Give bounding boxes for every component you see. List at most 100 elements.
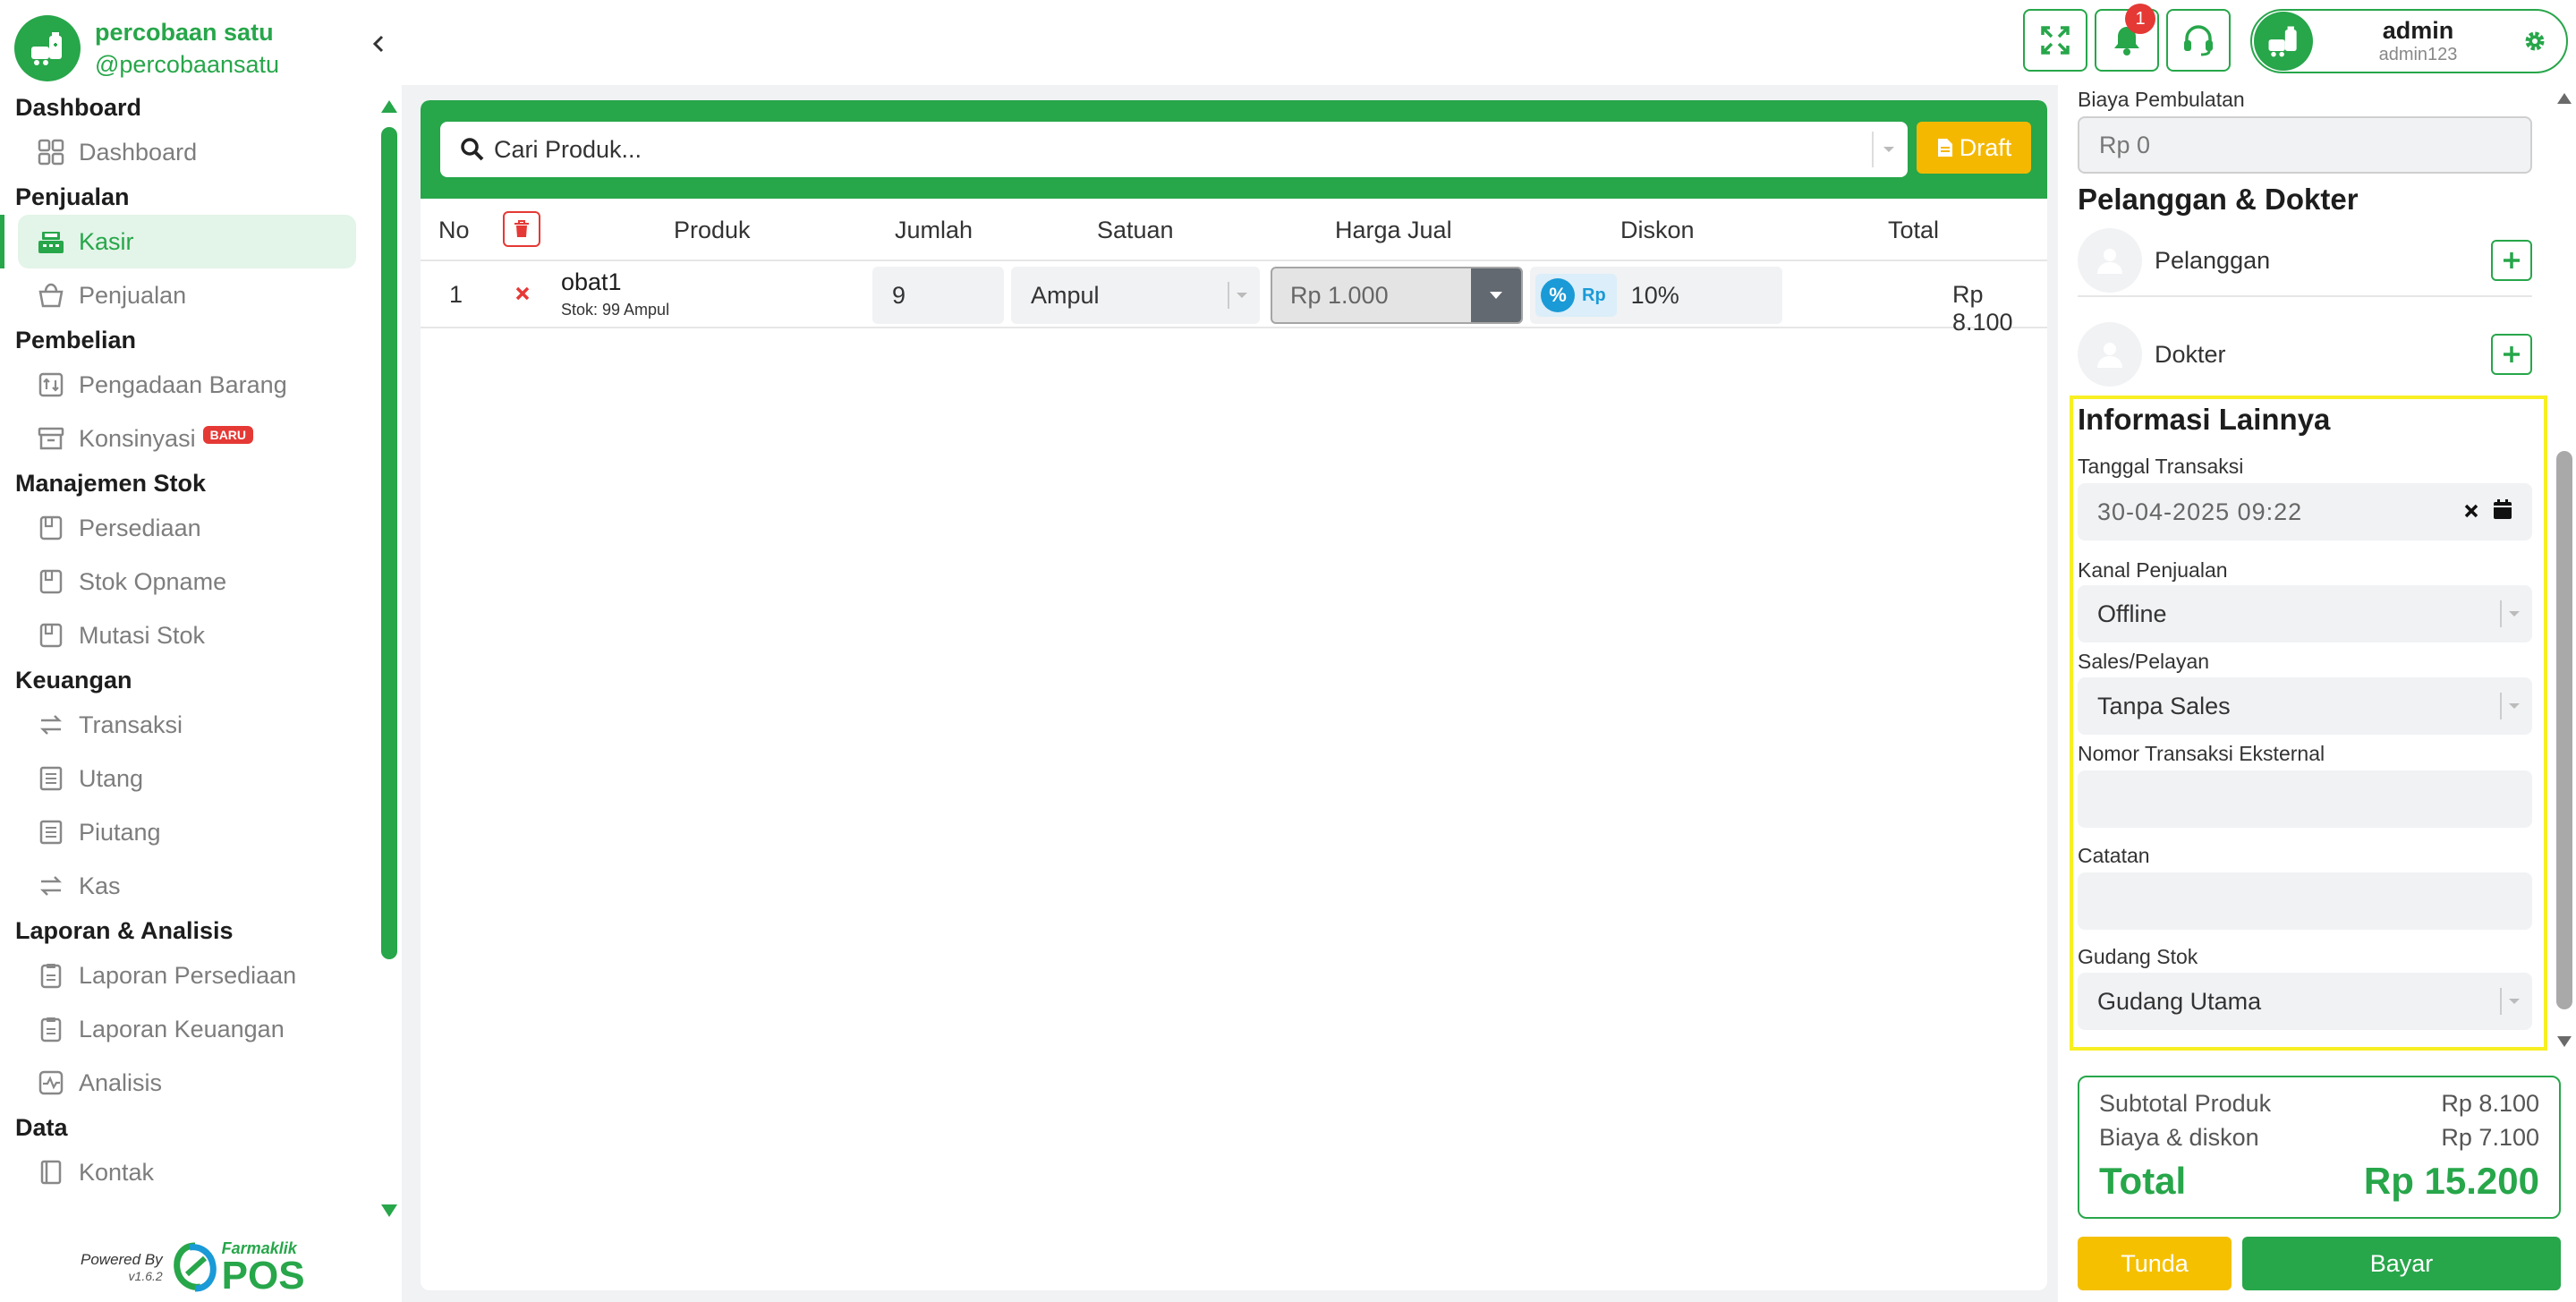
note-label: Catatan	[2078, 844, 2150, 867]
col-harga: Harga Jual	[1335, 217, 1452, 243]
clear-cart-button[interactable]	[503, 211, 540, 247]
sidebar-scrollbar[interactable]	[379, 97, 399, 1224]
note-input[interactable]	[2078, 872, 2532, 930]
subtotal-label: Subtotal Produk	[2099, 1090, 2272, 1117]
channel-dropdown-toggle[interactable]	[2500, 600, 2527, 627]
chevron-down-icon	[1883, 147, 1894, 152]
search-input[interactable]	[494, 135, 1872, 164]
clear-date-button[interactable]	[2462, 498, 2480, 526]
chevron-down-icon	[2509, 703, 2520, 709]
chevron-down-icon	[1237, 293, 1247, 298]
sidebar-item-konsinyasi[interactable]: Konsinyasi BARU	[0, 412, 376, 465]
sidebar-item-analisis[interactable]: Analisis	[0, 1056, 376, 1110]
transfer-icon	[36, 710, 66, 740]
transaction-date-input[interactable]: 30-04-2025 09:22	[2078, 483, 2532, 540]
total-value: Rp 15.200	[2363, 1160, 2539, 1202]
scroll-up-arrow-icon[interactable]	[2557, 93, 2572, 104]
sidebar-item-persediaan[interactable]: Persediaan	[0, 501, 376, 555]
add-customer-button[interactable]	[2491, 240, 2532, 281]
rounding-label: Biaya Pembulatan	[2078, 88, 2245, 111]
topbar: 1 admin admin123	[402, 0, 2576, 85]
add-doctor-button[interactable]	[2491, 334, 2532, 375]
channel-select[interactable]: Offline	[2078, 585, 2532, 642]
sidebar-item-laporan-persediaan[interactable]: Laporan Persediaan	[0, 949, 376, 1002]
scroll-down-arrow-icon[interactable]	[2557, 1036, 2572, 1047]
ledger-icon	[36, 817, 66, 847]
sidebar-item-kontak[interactable]: Kontak	[0, 1145, 376, 1199]
price-dropdown-toggle[interactable]	[1471, 268, 1521, 322]
nav-section-title: Keuangan	[15, 667, 132, 694]
sales-select[interactable]: Tanpa Sales	[2078, 677, 2532, 735]
user-menu[interactable]: admin admin123	[2250, 9, 2568, 73]
sidebar-item-label: Piutang	[79, 818, 161, 846]
pos-brand-text: POS	[221, 1254, 305, 1298]
external-number-input[interactable]	[2078, 770, 2532, 828]
sidebar-item-kas[interactable]: Kas	[0, 859, 376, 913]
fullscreen-button[interactable]	[2023, 9, 2087, 72]
nav-section-title: Data	[15, 1114, 68, 1141]
warehouse-value: Gudang Utama	[2097, 987, 2262, 1015]
sidebar-item-label: Laporan Keuangan	[79, 1015, 285, 1042]
pulse-chart-icon	[36, 1068, 66, 1098]
sales-dropdown-toggle[interactable]	[2500, 693, 2527, 719]
discount-input[interactable]: % Rp 10%	[1530, 267, 1782, 324]
price-select[interactable]: Rp 1.000	[1271, 267, 1523, 324]
sidebar-item-dashboard[interactable]: Dashboard	[0, 125, 376, 179]
sidebar: percobaan satu @percobaansatu Dashboard D…	[0, 0, 402, 1302]
warehouse-select[interactable]: Gudang Utama	[2078, 973, 2532, 1030]
sidebar-item-pengadaan-barang[interactable]: Pengadaan Barang	[0, 358, 376, 412]
fee-discount-value: Rp 7.100	[2441, 1124, 2539, 1151]
clipboard-icon	[36, 960, 66, 991]
remove-item-button[interactable]	[514, 281, 531, 309]
doctor-label: Dokter	[2155, 340, 2226, 368]
draft-button[interactable]: Draft	[1917, 122, 2031, 174]
sidebar-item-piutang[interactable]: Piutang	[0, 805, 376, 859]
unit-dropdown-toggle[interactable]	[1228, 282, 1254, 309]
user-name: admin	[2382, 17, 2454, 44]
product-search[interactable]	[440, 122, 1908, 177]
hold-button[interactable]: Tunda	[2078, 1237, 2232, 1290]
channel-value: Offline	[2097, 600, 2167, 627]
sidebar-item-laporan-keuangan[interactable]: Laporan Keuangan	[0, 1002, 376, 1056]
headset-icon	[2184, 25, 2213, 56]
collapse-sidebar-button[interactable]	[365, 30, 392, 57]
scrollbar-thumb[interactable]	[381, 127, 397, 959]
sidebar-item-kasir[interactable]: Kasir	[0, 215, 356, 268]
support-button[interactable]	[2166, 9, 2231, 72]
col-jumlah: Jumlah	[895, 217, 973, 243]
scrollbar-thumb[interactable]	[2556, 451, 2572, 1009]
rupiah-option[interactable]: Rp	[1582, 285, 1606, 306]
sidebar-item-utang[interactable]: Utang	[0, 752, 376, 805]
rounding-input[interactable]: Rp 0	[2078, 116, 2532, 174]
pay-button[interactable]: Bayar	[2242, 1237, 2561, 1290]
sidebar-item-penjualan[interactable]: Penjualan	[0, 268, 376, 322]
gear-icon[interactable]	[2523, 30, 2546, 53]
nav-section-title: Manajemen Stok	[15, 470, 207, 497]
pharmacy-logo-icon	[14, 15, 81, 81]
close-icon	[2464, 504, 2478, 517]
transfer-icon	[36, 871, 66, 901]
right-panel-scrollbar[interactable]	[2555, 89, 2574, 1056]
search-dropdown-toggle[interactable]	[1872, 132, 1904, 167]
doctor-avatar-icon	[2078, 322, 2142, 387]
sidebar-item-label: Laporan Persediaan	[79, 961, 297, 989]
brand: percobaan satu @percobaansatu	[14, 14, 279, 82]
unit-select[interactable]: Ampul	[1011, 267, 1260, 324]
notification-button[interactable]: 1	[2095, 4, 2159, 72]
percent-option[interactable]: %	[1541, 278, 1575, 312]
scroll-up-arrow-icon[interactable]	[381, 100, 397, 113]
sidebar-item-mutasi-stok[interactable]: Mutasi Stok	[0, 608, 376, 662]
sidebar-item-label: Penjualan	[79, 281, 187, 309]
warehouse-dropdown-toggle[interactable]	[2500, 988, 2527, 1015]
calendar-button[interactable]	[2493, 498, 2512, 526]
discount-type-toggle[interactable]: % Rp	[1535, 274, 1617, 317]
sidebar-item-transaksi[interactable]: Transaksi	[0, 698, 376, 752]
sidebar-item-label: Dashboard	[79, 138, 198, 166]
sidebar-item-label: Kasir	[79, 227, 134, 255]
scroll-down-arrow-icon[interactable]	[381, 1204, 397, 1217]
sidebar-item-stok-opname[interactable]: Stok Opname	[0, 555, 376, 608]
chevron-down-icon	[2509, 611, 2520, 617]
payment-summary: Subtotal Produk Rp 8.100 Biaya & diskon …	[2078, 1076, 2561, 1219]
calendar-icon	[2494, 498, 2512, 519]
quantity-input[interactable]: 9	[872, 267, 1004, 324]
